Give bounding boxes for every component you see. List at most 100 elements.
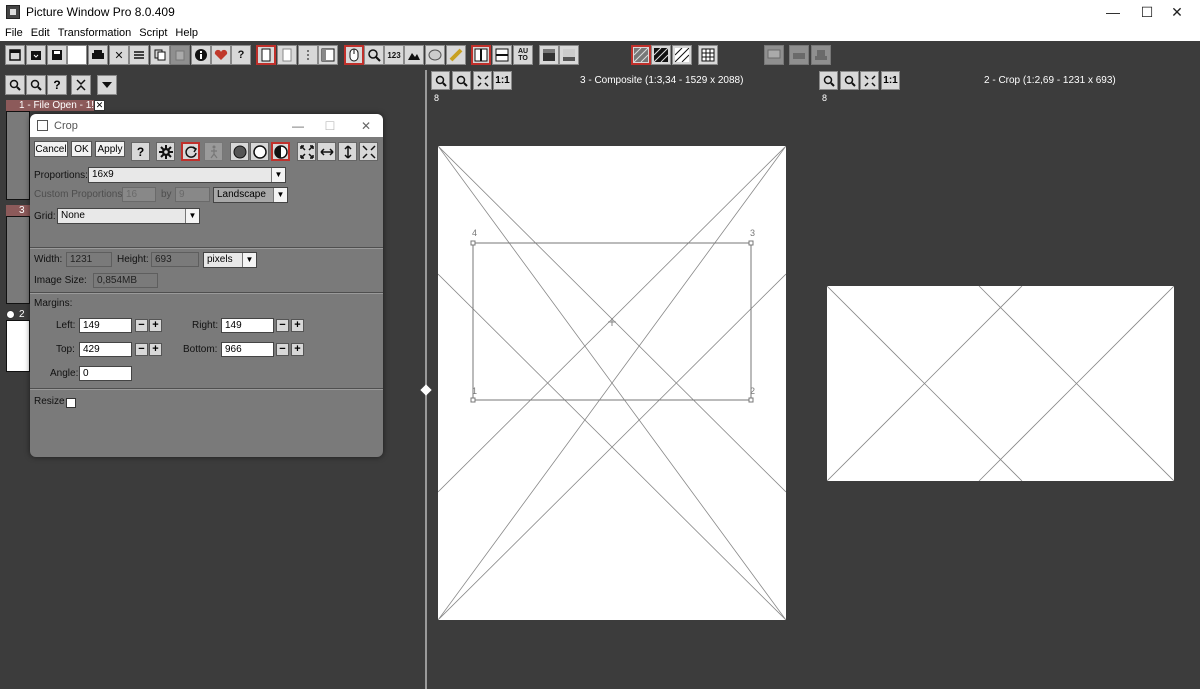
hatch-dark-icon[interactable] [651,45,671,65]
settings-gear-icon[interactable] [156,142,175,161]
custom-width-field[interactable]: 16 [122,187,156,202]
print-icon[interactable] [88,45,108,65]
paste-icon[interactable] [170,45,190,65]
bottom-margin-field[interactable]: 966 [221,342,274,357]
single-view-icon[interactable] [256,45,276,65]
pane2-zoom-out-icon[interactable] [840,71,859,90]
ruler-icon[interactable] [446,45,466,65]
pane2-fit-icon[interactable] [860,71,879,90]
expand-icon[interactable] [297,142,316,161]
pane2-actual-size-button[interactable]: 1:1 [881,71,900,90]
counter-icon[interactable]: 123 [384,45,404,65]
palette-icon[interactable] [425,45,445,65]
panel-icon[interactable] [318,45,338,65]
bottom-increment-button[interactable]: + [291,343,304,356]
right-increment-button[interactable]: + [291,319,304,332]
pane1-fit-icon[interactable] [473,71,492,90]
width-field[interactable]: 1231 [66,252,112,267]
composite-image[interactable]: 4 3 1 2 [438,146,786,620]
bottom-decrement-button[interactable]: − [276,343,289,356]
left-decrement-button[interactable]: − [135,319,148,332]
left-zoom-in-icon[interactable] [5,75,25,95]
favorite-heart-icon[interactable] [211,45,231,65]
resize-checkbox[interactable] [66,398,76,408]
height-field[interactable]: 693 [151,252,199,267]
circle-half-icon[interactable] [271,142,290,161]
dark-frame-icon[interactable] [539,45,559,65]
proportions-select[interactable]: 16x9 ▼ [88,167,286,183]
landscape-icon[interactable] [404,45,424,65]
circle-light-icon[interactable] [250,142,269,161]
angle-field[interactable]: 0 [79,366,132,381]
new-window-icon[interactable] [5,45,25,65]
light-frame-icon[interactable] [559,45,579,65]
apply-button[interactable]: Apply [95,141,125,157]
left-margin-field[interactable]: 149 [79,318,132,333]
orientation-select[interactable]: Landscape ▼ [213,187,288,203]
top-increment-button[interactable]: + [149,343,162,356]
printer-disabled-icon[interactable] [789,45,809,65]
page-view-icon[interactable] [277,45,297,65]
top-decrement-button[interactable]: − [135,343,148,356]
grid-icon[interactable] [698,45,718,65]
refresh-icon[interactable] [181,142,200,161]
ok-button[interactable]: OK [71,141,92,157]
shrink-icon[interactable] [359,142,378,161]
hatch-white-icon[interactable] [672,45,692,65]
split-horizontal-icon[interactable] [492,45,512,65]
menu-script[interactable]: Script [136,27,172,39]
pane1-zoom-out-icon[interactable] [452,71,471,90]
monitor-icon[interactable] [764,45,784,65]
stamp-disabled-icon[interactable] [811,45,831,65]
units-select[interactable]: pixels ▼ [203,252,257,268]
top-margin-field[interactable]: 429 [79,342,132,357]
walk-icon[interactable] [204,142,223,161]
dots-icon[interactable] [298,45,318,65]
copy-icon[interactable] [150,45,170,65]
right-margin-field[interactable]: 149 [221,318,274,333]
magnifier-icon[interactable] [364,45,384,65]
split-vertical-icon[interactable] [471,45,491,65]
image-thumbnail[interactable] [6,216,30,304]
pane1-zoom-in-icon[interactable] [431,71,450,90]
info-icon[interactable] [191,45,211,65]
close-button[interactable]: ✕ [1154,0,1200,24]
fit-width-icon[interactable] [317,142,336,161]
left-help-icon[interactable]: ? [47,75,67,95]
fit-height-icon[interactable] [338,142,357,161]
list-icon[interactable] [129,45,149,65]
custom-height-field[interactable]: 9 [175,187,210,202]
save-icon[interactable] [47,45,67,65]
dialog-help-button[interactable]: ? [131,142,150,161]
menu-file[interactable]: File [2,27,28,39]
auto-button[interactable]: AU TO [513,45,533,65]
image-close-icon[interactable]: ✕ [94,100,105,111]
dialog-close-button[interactable]: ✕ [352,114,380,137]
mouse-icon[interactable] [344,45,364,65]
help-icon[interactable]: ? [231,45,251,65]
panel-splitter[interactable] [425,70,427,689]
cancel-button[interactable]: Cancel [34,141,68,157]
right-decrement-button[interactable]: − [276,319,289,332]
image-thumbnail[interactable] [6,320,30,372]
left-increment-button[interactable]: + [149,319,162,332]
grid-select[interactable]: None ▼ [57,208,200,224]
menu-edit[interactable]: Edit [28,27,55,39]
splitter-handle-icon[interactable] [420,384,432,396]
cropped-image[interactable] [827,286,1174,481]
circle-dark-icon[interactable] [230,142,249,161]
menu-help[interactable]: Help [172,27,203,39]
dialog-maximize-button[interactable]: ☐ [316,114,344,137]
menu-transformation[interactable]: Transformation [55,27,137,39]
image-thumbnail[interactable] [6,111,30,200]
pane2-zoom-in-icon[interactable] [819,71,838,90]
blank-page-icon[interactable] [67,45,87,65]
dialog-minimize-button[interactable]: — [284,114,312,137]
close-image-icon[interactable]: ✕ [109,45,129,65]
left-collapse-icon[interactable] [71,75,91,95]
left-zoom-out-icon[interactable] [26,75,46,95]
left-dropdown-icon[interactable] [97,75,117,95]
hatch-light-icon[interactable] [631,45,651,65]
pane1-actual-size-button[interactable]: 1:1 [493,71,512,90]
open-file-icon[interactable] [26,45,46,65]
